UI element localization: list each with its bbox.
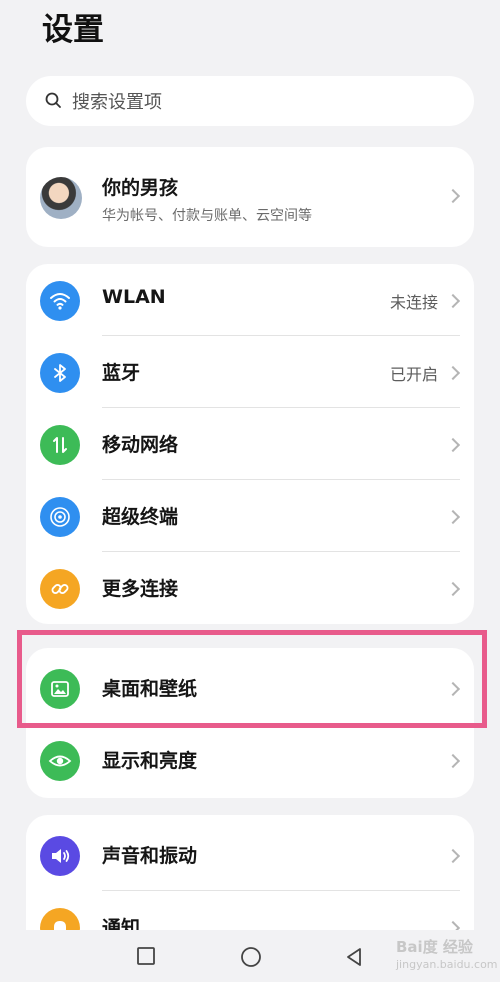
settings-item-sound-vibration[interactable]: 声音和振动 <box>26 819 474 891</box>
display-card: 桌面和壁纸 显示和亮度 <box>26 648 474 798</box>
back-button[interactable] <box>344 946 364 968</box>
speaker-icon <box>40 836 80 876</box>
mobile-network-icon <box>40 425 80 465</box>
settings-item-label: 声音和振动 <box>102 845 198 867</box>
account-subtitle: 华为帐号、付款与账单、云空间等 <box>102 208 312 224</box>
chevron-right-icon <box>445 188 461 204</box>
settings-item-label: WLAN <box>102 286 166 308</box>
settings-item-label: 桌面和壁纸 <box>102 678 198 700</box>
recent-apps-button[interactable] <box>136 946 156 966</box>
watermark: Bai度 经验 jingyan.baidu.com <box>396 938 498 978</box>
chevron-right-icon <box>445 509 461 525</box>
search-icon <box>45 92 61 108</box>
bluetooth-icon <box>40 353 80 393</box>
chevron-right-icon <box>445 681 461 697</box>
settings-item-label: 蓝牙 <box>102 362 141 384</box>
home-button[interactable] <box>240 946 262 968</box>
settings-item-desktop-wallpaper[interactable]: 桌面和壁纸 <box>26 652 474 724</box>
wifi-icon <box>40 281 80 321</box>
settings-item-label: 更多连接 <box>102 578 179 600</box>
settings-item-super-device[interactable]: 超级终端 <box>26 480 474 552</box>
link-icon <box>40 569 80 609</box>
page-title: 设置 <box>42 12 104 48</box>
settings-item-bluetooth[interactable]: 蓝牙 已开启 <box>26 336 474 408</box>
watermark-line2: jingyan.baidu.com <box>396 958 498 971</box>
chevron-right-icon <box>445 365 461 381</box>
chevron-right-icon <box>445 293 461 309</box>
settings-item-label: 移动网络 <box>102 434 179 456</box>
account-card[interactable]: 你的男孩 华为帐号、付款与账单、云空间等 <box>26 147 474 247</box>
chevron-right-icon <box>445 581 461 597</box>
search-bar[interactable]: 搜索设置项 <box>26 76 474 126</box>
wallpaper-icon <box>40 669 80 709</box>
search-placeholder: 搜索设置项 <box>72 92 162 113</box>
settings-item-label: 显示和亮度 <box>102 750 198 772</box>
avatar <box>40 177 82 219</box>
account-name: 你的男孩 <box>102 177 179 199</box>
super-device-icon <box>40 497 80 537</box>
settings-item-display-brightness[interactable]: 显示和亮度 <box>26 724 474 796</box>
settings-item-more-connections[interactable]: 更多连接 <box>26 552 474 624</box>
bluetooth-status: 已开启 <box>389 365 438 384</box>
chevron-right-icon <box>445 437 461 453</box>
settings-screen: 设置 搜索设置项 你的男孩 华为帐号、付款与账单、云空间等 WLAN 未连接 蓝… <box>0 0 500 982</box>
settings-item-wlan[interactable]: WLAN 未连接 <box>26 264 474 336</box>
watermark-line1: Bai度 经验 <box>396 938 473 956</box>
chevron-right-icon <box>445 848 461 864</box>
chevron-right-icon <box>445 753 461 769</box>
wlan-status: 未连接 <box>389 293 438 312</box>
settings-item-mobile-network[interactable]: 移动网络 <box>26 408 474 480</box>
connections-card: WLAN 未连接 蓝牙 已开启 移动网络 超级终端 更多连接 <box>26 264 474 624</box>
eye-icon <box>40 741 80 781</box>
settings-item-label: 超级终端 <box>102 506 179 528</box>
